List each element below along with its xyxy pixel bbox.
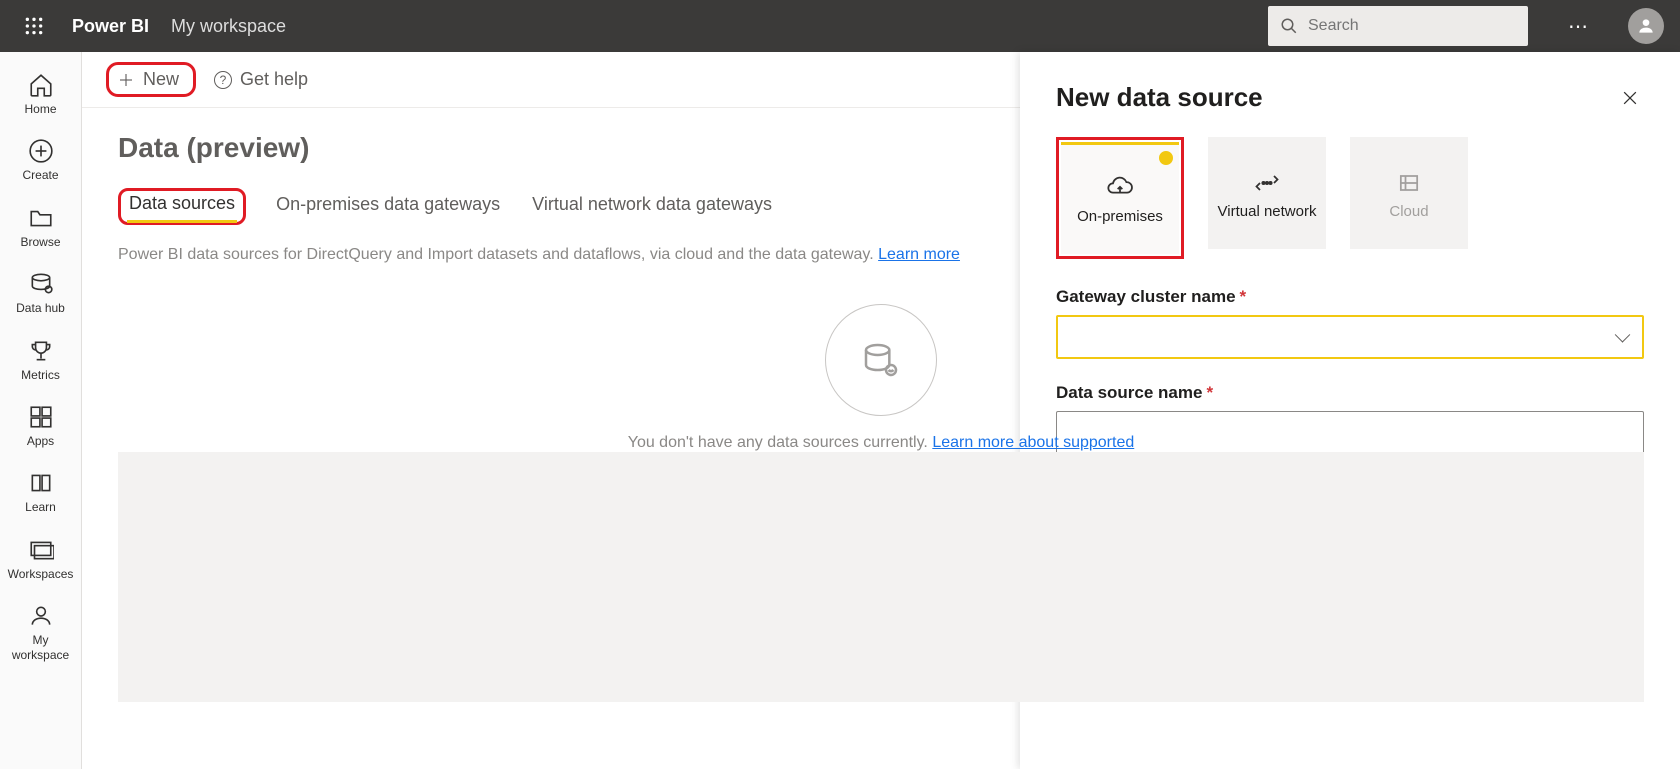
nav-learn[interactable]: Learn [6,464,76,520]
content-area: Data (preview) Data sources On-premises … [82,108,1680,769]
trophy-icon [28,338,54,364]
person-icon [28,603,54,629]
tab-vnet-gateways[interactable]: Virtual network data gateways [530,188,774,225]
search-box[interactable] [1268,6,1528,46]
get-help-button[interactable]: ? Get help [214,69,308,90]
search-input[interactable] [1308,17,1516,35]
nav-home[interactable]: Home [6,66,76,122]
nav-create[interactable]: Create [6,132,76,188]
nav-metrics[interactable]: Metrics [6,332,76,388]
book-icon [28,470,54,496]
tab-data-sources[interactable]: Data sources [127,187,237,223]
empty-state-learn-more-link[interactable]: Learn more about supported [932,434,1134,451]
nav-label: Learn [25,500,56,514]
nav-label: Workspaces [8,567,74,581]
user-avatar[interactable] [1628,8,1664,44]
app-launcher-icon[interactable] [16,8,52,44]
topbar: Power BI My workspace ⋯ [0,0,1680,52]
nav-label: Home [24,102,56,116]
home-icon [28,72,54,98]
nav-label: Metrics [21,368,60,382]
workspaces-icon [28,537,54,563]
database-icon [861,340,901,380]
close-icon [1620,88,1640,108]
panel-title: New data source [1056,82,1263,113]
empty-state-text: You don't have any data sources currentl… [628,434,1135,452]
nav-label: My workspace [6,633,76,662]
background-fill [118,452,1644,702]
nav-label: Data hub [16,301,65,315]
panel-header: New data source [1056,82,1644,113]
page-title: Data (preview) [118,132,1644,164]
folder-icon [28,205,54,231]
nav-data-hub[interactable]: Data hub [6,265,76,321]
search-icon [1280,17,1298,35]
workspace-name: My workspace [171,16,286,37]
description-learn-more-link[interactable]: Learn more [878,246,960,263]
nav-apps[interactable]: Apps [6,398,76,454]
nav-label: Apps [27,434,54,448]
nav-browse[interactable]: Browse [6,199,76,255]
create-icon [28,138,54,164]
description-text: Power BI data sources for DirectQuery an… [118,246,1644,264]
nav-workspaces[interactable]: Workspaces [6,531,76,587]
tabs: Data sources On-premises data gateways V… [118,188,1644,226]
apps-icon [28,404,54,430]
help-icon: ? [214,71,232,89]
empty-state: You don't have any data sources currentl… [118,304,1644,452]
nav-label: Create [22,168,58,182]
more-options-button[interactable]: ⋯ [1560,8,1596,44]
left-nav: Home Create Browse Data hub Metrics Apps… [0,52,82,769]
person-icon [1636,16,1656,36]
get-help-label: Get help [240,69,308,90]
nav-my-workspace[interactable]: My workspace [6,597,76,668]
plus-icon [117,71,135,89]
new-button[interactable]: New [109,65,193,94]
close-panel-button[interactable] [1616,84,1644,112]
tab-on-prem-gateways[interactable]: On-premises data gateways [274,188,502,225]
empty-state-icon [825,304,937,416]
main-content: New ? Get help Data (preview) Data sourc… [82,52,1680,769]
new-button-label: New [143,69,179,90]
nav-label: Browse [20,235,60,249]
brand-title: Power BI [72,16,149,37]
data-hub-icon [28,271,54,297]
